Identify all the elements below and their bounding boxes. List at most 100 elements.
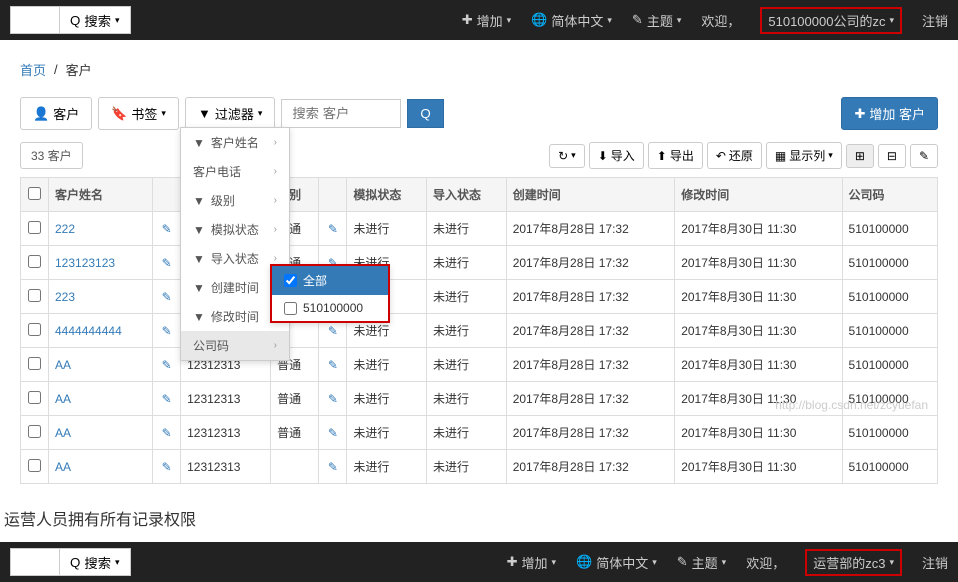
- row-created: 2017年8月28日 17:32: [506, 382, 675, 416]
- header-modified[interactable]: 修改时间: [675, 178, 842, 212]
- filter-company-code[interactable]: 公司码›: [181, 331, 289, 360]
- edit-icon[interactable]: ✎: [328, 460, 338, 474]
- row-checkbox[interactable]: [28, 459, 41, 472]
- row-name-link[interactable]: 223: [55, 290, 75, 304]
- row-name-link[interactable]: 222: [55, 222, 75, 236]
- filter-button[interactable]: ▼过滤器▾: [185, 97, 275, 130]
- filter-name[interactable]: ▼客户姓名›: [181, 128, 289, 157]
- submenu-all[interactable]: 全部: [272, 266, 388, 295]
- nav-theme-2[interactable]: ✎主题▾: [677, 553, 726, 572]
- nav-welcome-2: 欢迎，: [746, 553, 785, 572]
- row-modified: 2017年8月30日 11:30: [675, 246, 842, 280]
- select-all-checkbox[interactable]: [28, 187, 41, 200]
- add-customer-button[interactable]: ✚增加 客户: [841, 97, 938, 130]
- edit-icon[interactable]: ✎: [328, 392, 338, 406]
- view-grid-small[interactable]: ⊟: [878, 144, 906, 168]
- filter-phone[interactable]: 客户电话›: [181, 157, 289, 186]
- row-checkbox[interactable]: [28, 391, 41, 404]
- row-checkbox[interactable]: [28, 425, 41, 438]
- nav-language-2[interactable]: 🌐简体中文▾: [576, 553, 657, 572]
- edit-icon[interactable]: ✎: [162, 222, 172, 236]
- header-name[interactable]: 客户姓名: [49, 178, 153, 212]
- row-checkbox[interactable]: [28, 289, 41, 302]
- filter-icon: ▼: [193, 136, 205, 150]
- columns-icon: ▦: [775, 149, 786, 163]
- edit-icon[interactable]: ✎: [162, 358, 172, 372]
- brush-icon: ✎: [677, 554, 688, 570]
- row-level: 普通: [271, 416, 319, 450]
- nav-add-2[interactable]: ✚增加▾: [507, 553, 556, 572]
- row-name-link[interactable]: AA: [55, 426, 71, 440]
- header-import[interactable]: 导入状态: [427, 178, 507, 212]
- customer-button[interactable]: 👤客户: [20, 97, 92, 130]
- nav-user-dropdown[interactable]: 510100000公司的zc ▾: [760, 7, 902, 34]
- chevron-right-icon: ›: [274, 166, 277, 177]
- nav-user-dropdown-2[interactable]: 运营部的zc3 ▾: [805, 549, 902, 576]
- row-name-link[interactable]: 123123123: [55, 256, 115, 270]
- row-name-link[interactable]: 4444444444: [55, 324, 122, 338]
- search-icon: Q: [70, 555, 80, 570]
- breadcrumb-home[interactable]: 首页: [20, 60, 46, 79]
- settings-button[interactable]: ✎: [910, 144, 938, 168]
- row-code: 510100000: [842, 348, 937, 382]
- global-search-input-2[interactable]: [10, 548, 60, 576]
- filter-level[interactable]: ▼级别›: [181, 186, 289, 215]
- edit-icon[interactable]: ✎: [328, 426, 338, 440]
- nav-language[interactable]: 🌐简体中文▾: [531, 11, 612, 30]
- user-icon: 👤: [33, 106, 49, 122]
- row-modified: 2017年8月30日 11:30: [675, 416, 842, 450]
- bookmark-icon: 🔖: [111, 106, 127, 122]
- view-grid-large[interactable]: ⊞: [846, 144, 874, 168]
- nav-theme[interactable]: ✎主题▾: [632, 11, 681, 30]
- row-code: 510100000: [842, 212, 937, 246]
- checkbox-option[interactable]: [284, 302, 297, 315]
- row-checkbox[interactable]: [28, 255, 41, 268]
- header-created[interactable]: 创建时间: [506, 178, 675, 212]
- filter-icon: ▼: [193, 194, 205, 208]
- submenu-option-1[interactable]: 510100000: [272, 295, 388, 321]
- edit-icon[interactable]: ✎: [328, 358, 338, 372]
- row-name-link[interactable]: AA: [55, 358, 71, 372]
- row-name-link[interactable]: AA: [55, 392, 71, 406]
- edit-icon[interactable]: ✎: [162, 460, 172, 474]
- globe-icon: 🌐: [576, 554, 592, 570]
- row-checkbox[interactable]: [28, 221, 41, 234]
- global-search-button-2[interactable]: Q 搜索 ▾: [59, 548, 131, 576]
- row-modified: 2017年8月30日 11:30: [675, 212, 842, 246]
- restore-button[interactable]: ↶还原: [707, 142, 762, 169]
- edit-icon[interactable]: ✎: [162, 290, 172, 304]
- header-sim[interactable]: 模拟状态: [347, 178, 427, 212]
- header-code[interactable]: 公司码: [842, 178, 937, 212]
- filter-sim[interactable]: ▼模拟状态›: [181, 215, 289, 244]
- columns-button[interactable]: ▦显示列▾: [766, 142, 842, 169]
- customer-search-input[interactable]: [281, 99, 401, 128]
- refresh-button[interactable]: ↻▾: [549, 144, 585, 168]
- export-button[interactable]: ⬆导出: [648, 142, 703, 169]
- customer-search-button[interactable]: Q: [407, 99, 443, 128]
- filter-icon: ▼: [193, 223, 205, 237]
- edit-icon[interactable]: ✎: [328, 222, 338, 236]
- row-phone: 12312313: [181, 382, 271, 416]
- table-header-row: 客户姓名 级别 模拟状态 导入状态 创建时间 修改时间 公司码: [21, 178, 938, 212]
- row-sim: 未进行: [347, 416, 427, 450]
- breadcrumb: 首页 / 客户: [20, 50, 938, 89]
- row-checkbox[interactable]: [28, 323, 41, 336]
- bookmarks-button[interactable]: 🔖书签▾: [98, 97, 179, 130]
- global-search-input[interactable]: [10, 6, 60, 34]
- edit-icon[interactable]: ✎: [162, 392, 172, 406]
- checkbox-all[interactable]: [284, 274, 297, 287]
- edit-icon[interactable]: ✎: [328, 324, 338, 338]
- row-modified: 2017年8月30日 11:30: [675, 348, 842, 382]
- edit-icon[interactable]: ✎: [162, 256, 172, 270]
- edit-icon[interactable]: ✎: [162, 426, 172, 440]
- row-checkbox[interactable]: [28, 357, 41, 370]
- row-name-link[interactable]: AA: [55, 460, 71, 474]
- row-code: 510100000: [842, 314, 937, 348]
- row-created: 2017年8月28日 17:32: [506, 212, 675, 246]
- global-search-button[interactable]: Q 搜索 ▾: [59, 6, 131, 34]
- nav-add[interactable]: ✚增加▾: [462, 11, 511, 30]
- edit-icon[interactable]: ✎: [162, 324, 172, 338]
- nav-logout-2[interactable]: 注销: [922, 553, 948, 572]
- nav-logout[interactable]: 注销: [922, 11, 948, 30]
- import-button[interactable]: ⬇导入: [589, 142, 644, 169]
